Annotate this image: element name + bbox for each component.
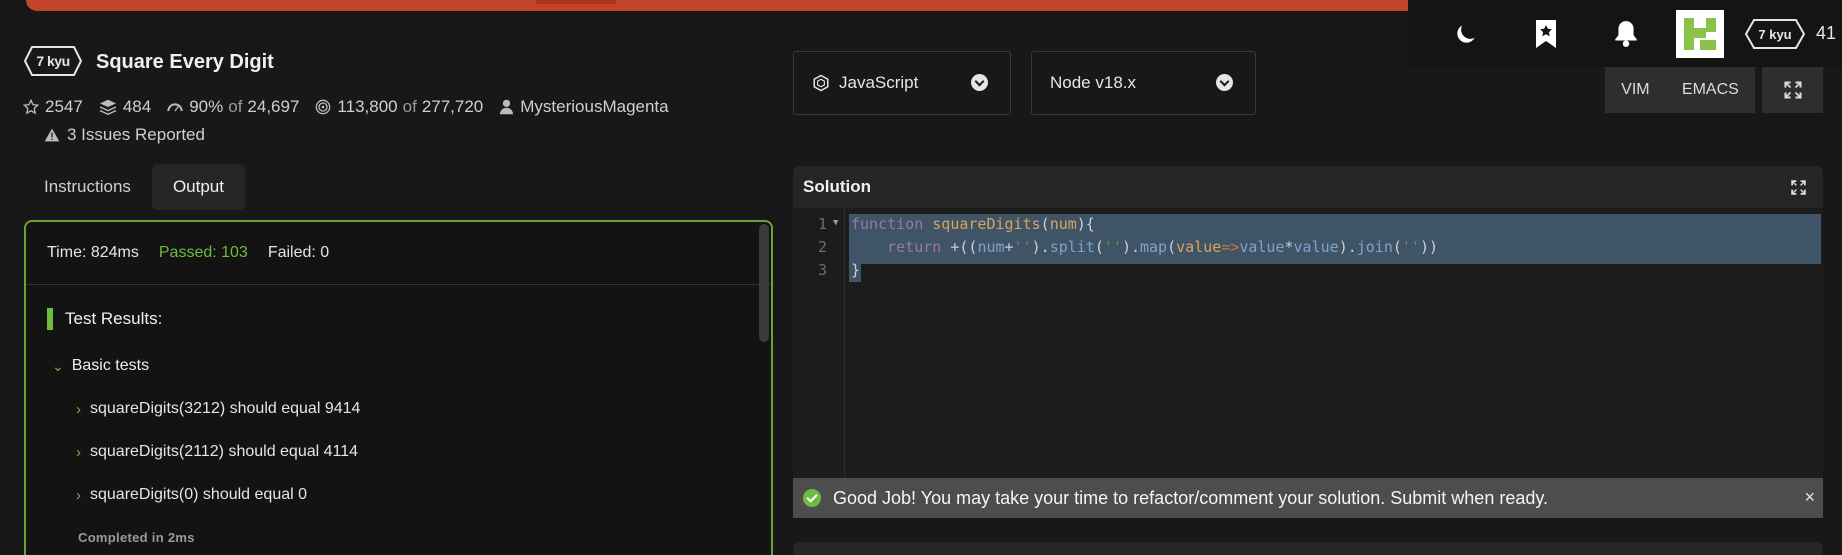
star-icon: [23, 99, 39, 115]
collections-count: 484: [122, 97, 152, 116]
avatar-pixel: [1684, 17, 1694, 40]
avatar-pixel: [1700, 39, 1716, 50]
output-panel: Time: 824ms Passed: 103 Failed: 0 Test R…: [24, 220, 773, 555]
kata-rank-label: 7 kyu: [36, 53, 70, 69]
completed-time: Completed in 2ms: [78, 530, 195, 545]
emacs-mode-button[interactable]: EMACS: [1682, 81, 1739, 99]
top-banner-tab: [536, 0, 616, 4]
honor-count[interactable]: 41: [1816, 23, 1836, 44]
fold-arrow-icon[interactable]: ▼: [833, 218, 838, 228]
chevron-down-icon: [1216, 74, 1233, 91]
check-circle-icon: [803, 489, 821, 507]
runtime-select[interactable]: Node v18.x: [1031, 51, 1256, 115]
attempts-count: 277,720: [421, 97, 484, 116]
chevron-right-icon: ›: [76, 443, 81, 461]
chevron-right-icon: ›: [76, 400, 81, 418]
satisfaction-stat: 90% of 24,697: [167, 97, 299, 117]
run-time: Time: 824ms: [47, 244, 139, 261]
solution-title: Solution: [803, 177, 871, 196]
test-item[interactable]: › squareDigits(3212) should equal 9414: [76, 400, 360, 418]
expand-icon[interactable]: [1790, 179, 1807, 196]
avatar-pixel: [1694, 27, 1706, 38]
chevron-down-icon: [971, 74, 988, 91]
runtime-value: Node v18.x: [1050, 73, 1136, 92]
chevron-right-icon: ›: [76, 486, 81, 504]
target-icon: [316, 99, 331, 115]
top-banner: [26, 0, 1446, 11]
completed-stat: 113,800 of 277,720: [315, 97, 483, 117]
line-number: 1: [817, 215, 827, 233]
avatar-pixel: [1706, 17, 1716, 32]
passed-count: Passed: 103: [158, 244, 248, 261]
test-item[interactable]: › squareDigits(0) should equal 0: [76, 486, 307, 504]
test-label: squareDigits(2112) should equal 4114: [90, 443, 359, 460]
success-toast: Good Job! You may take your time to refa…: [793, 478, 1823, 518]
bookmarks-button[interactable]: [1506, 5, 1586, 63]
tab-instructions[interactable]: Instructions: [23, 164, 152, 210]
test-label: squareDigits(0) should equal 0: [90, 486, 308, 503]
bottom-panel: [793, 542, 1823, 555]
line-number: 2: [817, 238, 827, 256]
stars-count: 2547: [45, 97, 83, 116]
results-accent-bar: [47, 308, 53, 330]
satisfaction-of: of: [228, 97, 243, 116]
vim-mode-button[interactable]: VIM: [1621, 81, 1649, 99]
bell-icon: [1615, 20, 1637, 47]
toast-message: Good Job! You may take your time to refa…: [833, 487, 1549, 508]
author-stat[interactable]: MysteriousMagenta: [499, 97, 669, 117]
author-name: MysteriousMagenta: [520, 97, 669, 116]
collections-stat[interactable]: 484: [99, 97, 151, 117]
kata-stats: 2547 484 90% of 24,697 113,800 of 277,72…: [23, 97, 685, 117]
test-item[interactable]: › squareDigits(2112) should equal 4114: [76, 443, 358, 461]
avatar-pixel: [1684, 39, 1694, 50]
user-panel: 7 kyu 41: [1408, 0, 1842, 67]
issues-label: 3 Issues Reported: [67, 125, 205, 144]
solution-header: Solution: [793, 166, 1823, 208]
completed-count: 113,800: [337, 97, 398, 116]
failed-count: Failed: 0: [267, 244, 330, 261]
bookmark-star-icon: [1536, 19, 1556, 48]
satisfaction-pct: 90%: [189, 97, 224, 116]
kata-rank-badge: 7 kyu: [23, 45, 83, 77]
stars-stat[interactable]: 2547: [23, 97, 83, 117]
editor-mode-group: VIM EMACS: [1605, 67, 1755, 113]
fullscreen-icon: [1783, 81, 1802, 99]
fullscreen-button[interactable]: [1762, 67, 1823, 113]
satisfaction-votes: 24,697: [247, 97, 300, 116]
code-line: return +((num+'').split('').map(value=>v…: [887, 238, 1439, 256]
gauge-icon: [167, 103, 183, 112]
code-editor[interactable]: 1 2 3 ▼ function squareDigits(num){ retu…: [793, 208, 1823, 478]
test-group-label: Basic tests: [71, 357, 150, 374]
tab-output[interactable]: Output: [151, 164, 245, 210]
test-group-basic[interactable]: ⌄ Basic tests: [52, 357, 149, 375]
warning-icon: [44, 128, 60, 142]
output-scrollbar[interactable]: [759, 224, 769, 342]
avatar[interactable]: [1676, 9, 1724, 58]
completed-of: of: [402, 97, 417, 116]
language-select[interactable]: JavaScript: [793, 51, 1011, 115]
line-gutter: 1 2 3 ▼: [793, 208, 845, 478]
panel-tabs: Instructions Output: [23, 164, 245, 210]
layers-icon: [99, 99, 117, 115]
user-icon: [500, 99, 514, 115]
line-number: 3: [817, 261, 827, 279]
run-summary: Time: 824ms Passed: 103 Failed: 0: [26, 222, 771, 285]
code-line: function squareDigits(num){: [851, 215, 1095, 233]
user-rank-badge[interactable]: 7 kyu: [1744, 18, 1806, 50]
rank-hex-icon: 7 kyu: [1744, 18, 1806, 49]
dark-mode-toggle[interactable]: [1426, 5, 1506, 63]
moon-icon: [1457, 24, 1475, 43]
test-results-heading: Test Results:: [47, 308, 162, 330]
close-icon[interactable]: ×: [1804, 487, 1815, 508]
kata-title: Square Every Digit: [96, 51, 274, 73]
hexagon-icon: [813, 74, 829, 92]
test-results-label: Test Results:: [65, 309, 163, 328]
test-label: squareDigits(3212) should equal 9414: [90, 400, 361, 417]
user-rank-label: 7 kyu: [1758, 27, 1791, 42]
language-value: JavaScript: [839, 73, 919, 92]
chevron-down-icon: ⌄: [52, 357, 64, 374]
code-line: }: [851, 261, 861, 279]
notifications-button[interactable]: [1586, 5, 1666, 63]
issues-link[interactable]: 3 Issues Reported: [44, 125, 205, 145]
